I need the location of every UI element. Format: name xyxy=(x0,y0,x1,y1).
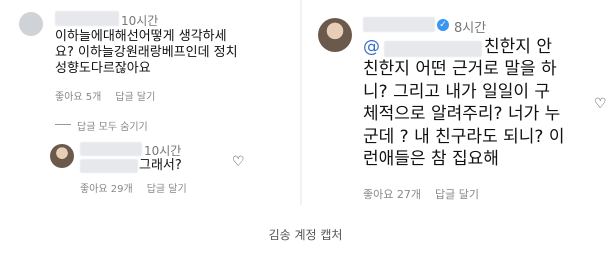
comment-text: 이하늘에대해선어떻게 생각하세 요? 이하늘강원래랑베프인데 정치 성향도다르잖… xyxy=(55,29,238,76)
mention-username-blurred[interactable] xyxy=(384,41,482,57)
commenter-avatar[interactable] xyxy=(19,12,43,36)
reply-username-blurred[interactable] xyxy=(80,142,142,156)
verified-badge-icon: ✓ xyxy=(437,19,449,31)
like-count[interactable]: 좋아요 5개 xyxy=(55,92,101,103)
comment-text-line1: 친한지 안 xyxy=(484,37,552,57)
reply-mention-blurred xyxy=(80,159,138,173)
mention-prefix[interactable]: @ xyxy=(363,36,380,59)
image-caption: 김송 계정 캡처 xyxy=(268,228,343,242)
hide-replies-line xyxy=(55,124,71,125)
commenter-username-blurred[interactable] xyxy=(55,11,119,26)
reply-time: 10시간 xyxy=(144,144,182,158)
comment-time: 8시간 xyxy=(454,21,487,36)
reply-meta: 좋아요 29개 답글 달기 xyxy=(80,180,201,195)
commenter-username-blurred[interactable] xyxy=(363,17,435,32)
comment-text: 친한지 어떤 근거로 말을 하 니? 그리고 내가 일일이 구 체적으로 알려주… xyxy=(363,59,565,169)
reply-avatar[interactable] xyxy=(50,144,74,168)
heart-outline-icon[interactable]: ♡ xyxy=(594,96,607,112)
reply-link[interactable]: 답글 달기 xyxy=(115,92,155,103)
reply-link[interactable]: 답글 달기 xyxy=(147,184,187,195)
reply-text: 그래서? xyxy=(139,158,182,173)
commenter-avatar[interactable] xyxy=(318,18,352,52)
comment-meta: 좋아요 27개 답글 달기 xyxy=(363,186,493,202)
right-comment-panel: ✓ 8시간 @ 친한지 안 친한지 어떤 근거로 말을 하 니? 그리고 내가 … xyxy=(302,0,611,205)
comment-time: 10시간 xyxy=(121,14,159,28)
hide-replies-link[interactable]: 답글 모두 숨기기 xyxy=(77,118,148,133)
like-count[interactable]: 좋아요 29개 xyxy=(80,184,133,195)
left-comment-panel: 10시간 이하늘에대해선어떻게 생각하세 요? 이하늘강원래랑베프인데 정치 성… xyxy=(0,0,300,200)
like-count[interactable]: 좋아요 27개 xyxy=(363,188,421,201)
heart-outline-icon[interactable]: ♡ xyxy=(232,154,245,170)
comment-meta: 좋아요 5개 답글 달기 xyxy=(55,88,169,103)
reply-link[interactable]: 답글 달기 xyxy=(435,188,479,201)
